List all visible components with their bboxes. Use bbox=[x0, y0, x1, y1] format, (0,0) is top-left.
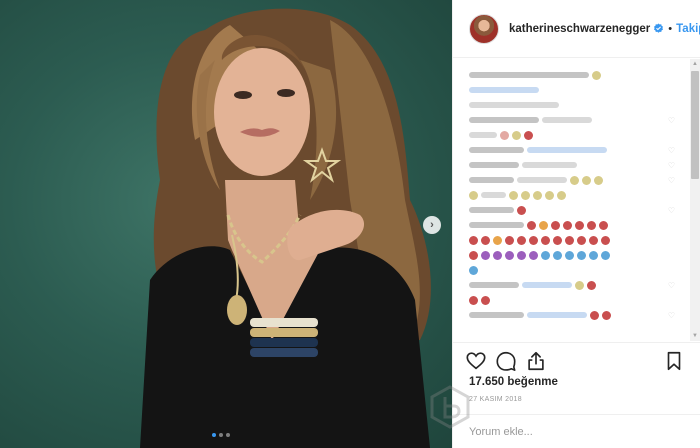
speech-bubble-icon[interactable] bbox=[495, 350, 517, 372]
verified-badge-icon bbox=[654, 23, 664, 33]
comment-row: ♡ bbox=[469, 114, 675, 126]
watermark-logo bbox=[430, 385, 470, 429]
share-arrow-icon[interactable] bbox=[525, 350, 547, 372]
heart-outline-icon[interactable] bbox=[465, 350, 487, 372]
comment-row bbox=[469, 249, 675, 261]
comment-row: ♡ bbox=[469, 279, 675, 291]
comment-row: ♡ bbox=[469, 159, 675, 171]
likes-count[interactable]: 17.650 beğenme bbox=[469, 376, 558, 388]
comment-row: ♡ bbox=[469, 144, 675, 156]
comment-row bbox=[469, 294, 675, 306]
comment-row: ♡ bbox=[469, 174, 675, 186]
avatar[interactable] bbox=[469, 13, 499, 44]
post-actions bbox=[453, 342, 700, 372]
post-photo[interactable]: › bbox=[0, 0, 452, 448]
next-photo-button[interactable]: › bbox=[423, 216, 441, 234]
chevron-right-icon: › bbox=[430, 218, 434, 231]
comment-row bbox=[469, 219, 675, 231]
carousel-dot bbox=[226, 433, 230, 437]
scroll-up-icon[interactable]: ▲ bbox=[690, 59, 700, 69]
caption-row bbox=[469, 84, 675, 96]
comment-row bbox=[469, 129, 675, 141]
comment-input[interactable] bbox=[469, 425, 619, 438]
carousel-indicator bbox=[212, 433, 230, 437]
caption-row bbox=[469, 69, 675, 81]
comment-row: ♡ bbox=[469, 309, 675, 321]
portrait-image bbox=[140, 8, 431, 448]
post-details-panel: katherineschwarzenegger • Takip E ♡ ♡ ♡ … bbox=[452, 0, 700, 448]
username-link[interactable]: katherineschwarzenegger bbox=[509, 23, 650, 35]
carousel-dot bbox=[219, 433, 223, 437]
comment-composer bbox=[453, 414, 700, 448]
scrollbar-thumb[interactable] bbox=[691, 71, 699, 179]
comments-list: ♡ ♡ ♡ ♡ ♡ ♡ ♡ bbox=[453, 59, 691, 341]
comment-row bbox=[469, 234, 675, 246]
carousel-dot bbox=[212, 433, 216, 437]
post-date[interactable]: 27 KASIM 2018 bbox=[469, 396, 522, 403]
comment-row bbox=[469, 189, 675, 201]
comment-row: ♡ bbox=[469, 204, 675, 216]
scroll-down-icon[interactable]: ▼ bbox=[690, 331, 700, 341]
post-header: katherineschwarzenegger • Takip E bbox=[453, 0, 700, 58]
bookmark-icon[interactable] bbox=[663, 350, 685, 372]
separator-dot: • bbox=[668, 22, 673, 35]
comments-scrollbar[interactable]: ▲ ▼ bbox=[690, 59, 700, 341]
caption-row bbox=[469, 99, 675, 111]
follow-button[interactable]: Takip E bbox=[676, 23, 700, 35]
comment-row bbox=[469, 264, 675, 276]
